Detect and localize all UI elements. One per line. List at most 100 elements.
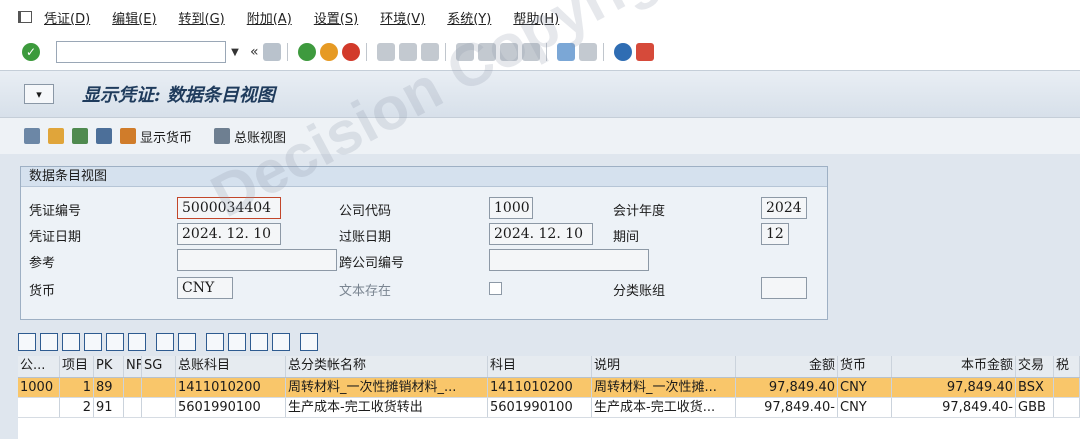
info-icon[interactable] (300, 333, 318, 351)
save-icon[interactable] (262, 43, 281, 61)
cell-transaction: BSX (1016, 378, 1054, 397)
subtotal-icon[interactable] (178, 333, 196, 351)
details-icon[interactable] (18, 333, 36, 351)
toolbar-separator (286, 43, 288, 61)
command-dropdown-icon[interactable]: ▼ (226, 41, 244, 63)
col-gl-name[interactable]: 总分类帐名称 (286, 356, 488, 377)
period-label: 期间 (613, 230, 640, 245)
cell-currency: CNY (838, 398, 892, 417)
sort-ascending-icon[interactable] (40, 333, 58, 351)
command-field[interactable] (56, 41, 226, 63)
layout-icon[interactable] (635, 43, 654, 61)
previous-page-icon[interactable] (477, 43, 496, 61)
export-icon[interactable] (250, 333, 268, 351)
filter-icon[interactable] (128, 333, 146, 351)
first-page-icon[interactable] (455, 43, 474, 61)
print-preview-icon[interactable] (206, 333, 224, 351)
view-icon[interactable] (228, 333, 246, 351)
cross-company-field[interactable] (489, 249, 649, 271)
menu-help[interactable]: 帮助(H) (513, 8, 559, 27)
enter-checkmark-icon[interactable]: ✓ (22, 43, 40, 61)
display-currency-button[interactable]: 显示货币 (140, 127, 192, 146)
cell-company: 1000 (18, 378, 60, 397)
company-field[interactable]: 1000 (489, 197, 533, 219)
menu-extras[interactable]: 附加(A) (247, 8, 292, 27)
exit-icon[interactable] (18, 11, 32, 23)
col-sg[interactable]: SG (142, 356, 176, 377)
reference-field[interactable] (177, 249, 337, 271)
post-date-field[interactable]: 2024. 12. 10 (489, 223, 593, 245)
doc-date-field[interactable]: 2024. 12. 10 (177, 223, 281, 245)
next-page-icon[interactable] (499, 43, 518, 61)
shortcut-icon[interactable] (578, 43, 597, 61)
exit-icon[interactable] (319, 43, 338, 61)
reference-label: 参考 (29, 256, 56, 271)
menu-environment[interactable]: 环境(V) (380, 8, 425, 27)
gl-view-button[interactable]: 总账视图 (234, 127, 286, 146)
new-session-icon[interactable] (556, 43, 575, 61)
col-nf[interactable]: NF (124, 356, 142, 377)
cell-gl-name: 生产成本-完工收货转出 (286, 398, 488, 417)
currency-field[interactable]: CNY (177, 277, 233, 299)
text-exists-checkbox[interactable] (489, 282, 502, 295)
col-transaction[interactable]: 交易 (1016, 356, 1054, 377)
table-row[interactable]: 1000 1 89 1411010200 周转材料_一次性摊销材料_... 14… (18, 378, 1080, 398)
cell-account: 1411010200 (488, 378, 592, 397)
col-local-amount[interactable]: 本币金额 (892, 356, 1016, 377)
gl-view-icon[interactable] (214, 128, 231, 144)
display-currency-icon[interactable] (120, 128, 136, 144)
menu-bar: 凭证(D) 编辑(E) 转到(G) 附加(A) 设置(S) 环境(V) 系统(Y… (0, 0, 1080, 34)
last-page-icon[interactable] (521, 43, 540, 61)
taxes-icon[interactable] (96, 128, 112, 144)
cell-nf (124, 378, 142, 397)
other-document-icon[interactable] (48, 128, 64, 144)
document-overview-icon[interactable] (72, 128, 88, 144)
menu-edit[interactable]: 编辑(E) (112, 8, 156, 27)
find-icon[interactable] (398, 43, 417, 61)
cell-sg (142, 378, 176, 397)
col-pk[interactable]: PK (94, 356, 124, 377)
col-tax[interactable]: 税 (1054, 356, 1080, 377)
menu-settings[interactable]: 设置(S) (314, 8, 358, 27)
cancel-icon[interactable] (341, 43, 360, 61)
sort-descending-icon[interactable] (62, 333, 80, 351)
cell-currency: CNY (838, 378, 892, 397)
find-next-icon[interactable] (106, 333, 124, 351)
menu-goto[interactable]: 转到(G) (179, 8, 225, 27)
cell-account: 5601990100 (488, 398, 592, 417)
sum-icon[interactable] (156, 333, 174, 351)
col-currency[interactable]: 货币 (838, 356, 892, 377)
col-account[interactable]: 科目 (488, 356, 592, 377)
find-icon[interactable] (84, 333, 102, 351)
display-change-icon[interactable] (24, 128, 40, 144)
find-next-icon[interactable] (420, 43, 439, 61)
grid-toolbar (18, 330, 1080, 354)
nav-back-icon[interactable]: « (250, 44, 259, 60)
fiscal-year-field[interactable]: 2024 (761, 197, 807, 219)
text-exists-label: 文本存在 (339, 284, 392, 299)
doc-no-field[interactable]: 5000034404 (177, 197, 281, 219)
help-icon[interactable] (613, 43, 632, 61)
cell-amount: 97,849.40 (736, 378, 838, 397)
cell-item: 1 (60, 378, 94, 397)
back-icon[interactable] (297, 43, 316, 61)
cell-nf (124, 398, 142, 417)
layout-icon[interactable] (272, 333, 290, 351)
menu-voucher[interactable]: 凭证(D) (44, 8, 90, 27)
col-gl-account[interactable]: 总账科目 (176, 356, 286, 377)
ledger-group-field[interactable] (761, 277, 807, 299)
col-amount[interactable]: 金额 (736, 356, 838, 377)
period-field[interactable]: 12 (761, 223, 789, 245)
col-company[interactable]: 公... (18, 356, 60, 377)
print-icon[interactable] (376, 43, 395, 61)
table-row[interactable]: 2 91 5601990100 生产成本-完工收货转出 5601990100 生… (18, 398, 1080, 418)
col-item[interactable]: 项目 (60, 356, 94, 377)
currency-label: 货币 (29, 284, 56, 299)
cell-pk: 89 (94, 378, 124, 397)
menu-system[interactable]: 系统(Y) (447, 8, 491, 27)
cell-company (18, 398, 60, 417)
screen-menu-icon[interactable]: ▾ (24, 84, 54, 104)
col-description[interactable]: 说明 (592, 356, 736, 377)
application-toolbar: 显示货币 总账视图 (0, 118, 1080, 154)
cell-transaction: GBB (1016, 398, 1054, 417)
